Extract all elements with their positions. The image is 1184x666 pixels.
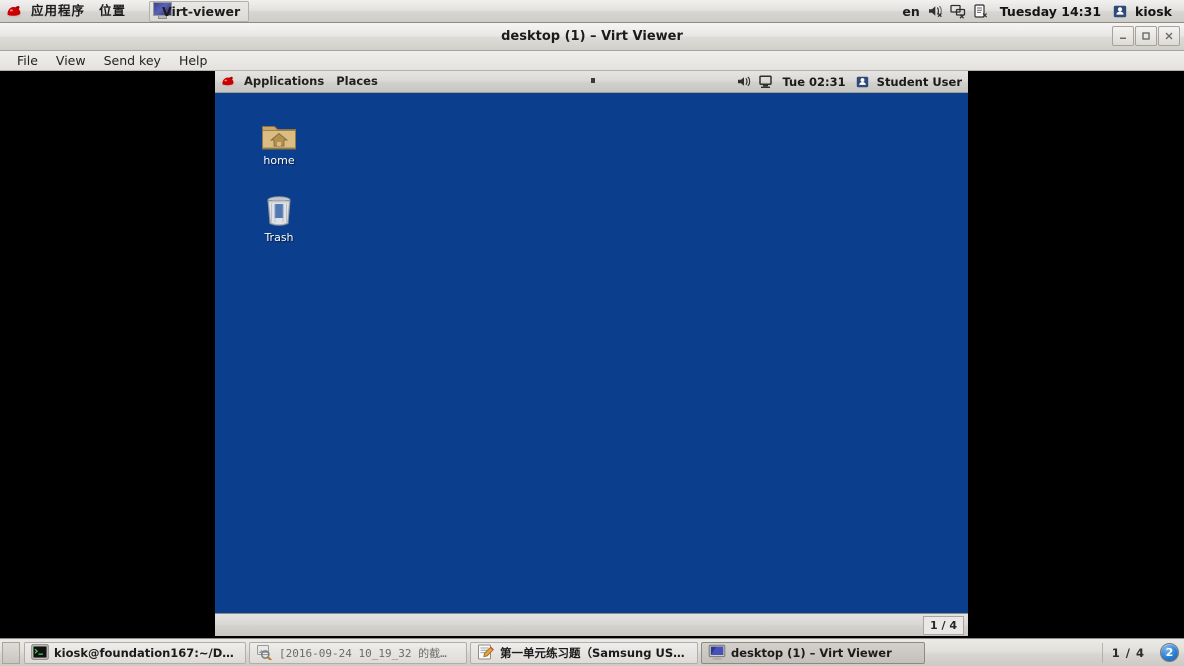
guest-desktop[interactable]: Applications Places Tue 02:31 Student Us…	[215, 71, 968, 636]
terminal-icon	[31, 643, 49, 662]
show-desktop-icon[interactable]	[2, 641, 20, 664]
host-window-list-label: Virt-viewer	[162, 3, 241, 19]
speaker-muted-icon[interactable]	[926, 2, 948, 20]
minimize-button[interactable]	[1112, 26, 1134, 46]
host-panel-menus: 应用程序 位置	[0, 0, 133, 22]
guest-places-menu[interactable]: Places	[330, 71, 384, 92]
menu-view[interactable]: View	[47, 51, 95, 70]
monitor-icon[interactable]	[755, 73, 775, 90]
window-controls	[1112, 26, 1180, 46]
clipboard-icon[interactable]	[970, 2, 992, 20]
menu-send-key[interactable]: Send key	[95, 51, 170, 70]
virt-viewer-canvas[interactable]: Applications Places Tue 02:31 Student Us…	[0, 71, 1184, 638]
trash-can-icon	[263, 194, 295, 228]
desktop-icon-label: Trash	[264, 231, 294, 244]
maximize-button[interactable]	[1135, 26, 1157, 46]
window-title: desktop (1) – Virt Viewer	[501, 29, 683, 44]
screen-root: 应用程序 位置 Virt-viewer en Tuesday 14:31 kio…	[0, 0, 1184, 666]
text-editor-icon	[477, 644, 495, 662]
virt-viewer-titlebar[interactable]: desktop (1) – Virt Viewer	[0, 23, 1184, 51]
user-session-icon	[853, 73, 873, 90]
taskbar-item-label: 第一单元练习题（Samsung USB…	[500, 645, 691, 660]
guest-workspace-switcher[interactable]: 1 / 4	[923, 615, 964, 635]
redhat-logo-icon	[6, 4, 22, 19]
guest-clock[interactable]: Tue 02:31	[775, 75, 852, 89]
user-session-icon	[1109, 2, 1131, 20]
desktop-icon-trash[interactable]: Trash	[242, 194, 316, 244]
guest-user-label[interactable]: Student User	[873, 75, 962, 89]
taskbar-item-label: kiosk@foundation167:~/Desktop	[54, 645, 239, 660]
network-disconnected-icon[interactable]	[948, 2, 970, 20]
taskbar-item-image-viewer[interactable]: [2016-09-24 10_19_32 的截…	[249, 641, 467, 664]
menu-help[interactable]: Help	[170, 51, 217, 70]
host-applications-menu[interactable]: 应用程序	[24, 0, 92, 22]
image-viewer-icon	[256, 644, 274, 662]
taskbar-item-terminal[interactable]: kiosk@foundation167:~/Desktop	[24, 641, 246, 664]
guest-applications-menu[interactable]: Applications	[238, 71, 330, 92]
taskbar-item-label: desktop (1) – Virt Viewer	[731, 645, 892, 660]
guest-tray: Tue 02:31 Student User	[735, 73, 968, 90]
host-tray: en Tuesday 14:31 kiosk	[896, 0, 1184, 22]
host-user-label: kiosk	[1135, 3, 1172, 19]
taskbar-item-text-editor[interactable]: 第一单元练习题（Samsung USB…	[470, 641, 698, 664]
host-taskbar: kiosk@foundation167:~/Desktop [2016-09-2…	[0, 638, 1184, 666]
host-clock[interactable]: Tuesday 14:31	[992, 4, 1109, 19]
notification-badge[interactable]: 2	[1160, 643, 1179, 662]
host-top-panel: 应用程序 位置 Virt-viewer en Tuesday 14:31 kio…	[0, 0, 1184, 23]
taskbar-right-area: 1 / 4 2	[1101, 642, 1184, 663]
keyboard-layout-indicator[interactable]: en	[896, 4, 925, 19]
taskbar-item-label: [2016-09-24 10_19_32 的截…	[279, 646, 447, 660]
desktop-icon-home[interactable]: home	[242, 121, 316, 167]
redhat-logo-icon	[221, 75, 235, 88]
guest-desktop-surface[interactable]: home Trash	[215, 78, 968, 613]
guest-bottom-panel: 1 / 4	[215, 613, 968, 636]
mouse-cursor	[591, 78, 595, 83]
virt-viewer-menubar: File View Send key Help	[0, 51, 1184, 71]
home-folder-icon	[261, 121, 297, 151]
speaker-icon[interactable]	[735, 73, 755, 90]
host-user-menu[interactable]: kiosk	[1109, 2, 1178, 20]
desktop-icon-label: home	[263, 154, 295, 167]
taskbar-item-virt-viewer[interactable]: desktop (1) – Virt Viewer	[701, 641, 925, 664]
close-button[interactable]	[1158, 26, 1180, 46]
monitor-icon	[708, 644, 726, 662]
menu-file[interactable]: File	[8, 51, 47, 70]
host-workspace-switcher[interactable]: 1 / 4	[1101, 642, 1154, 663]
host-places-menu[interactable]: 位置	[92, 0, 133, 22]
host-window-list-item-virt-viewer[interactable]: Virt-viewer	[149, 0, 250, 22]
